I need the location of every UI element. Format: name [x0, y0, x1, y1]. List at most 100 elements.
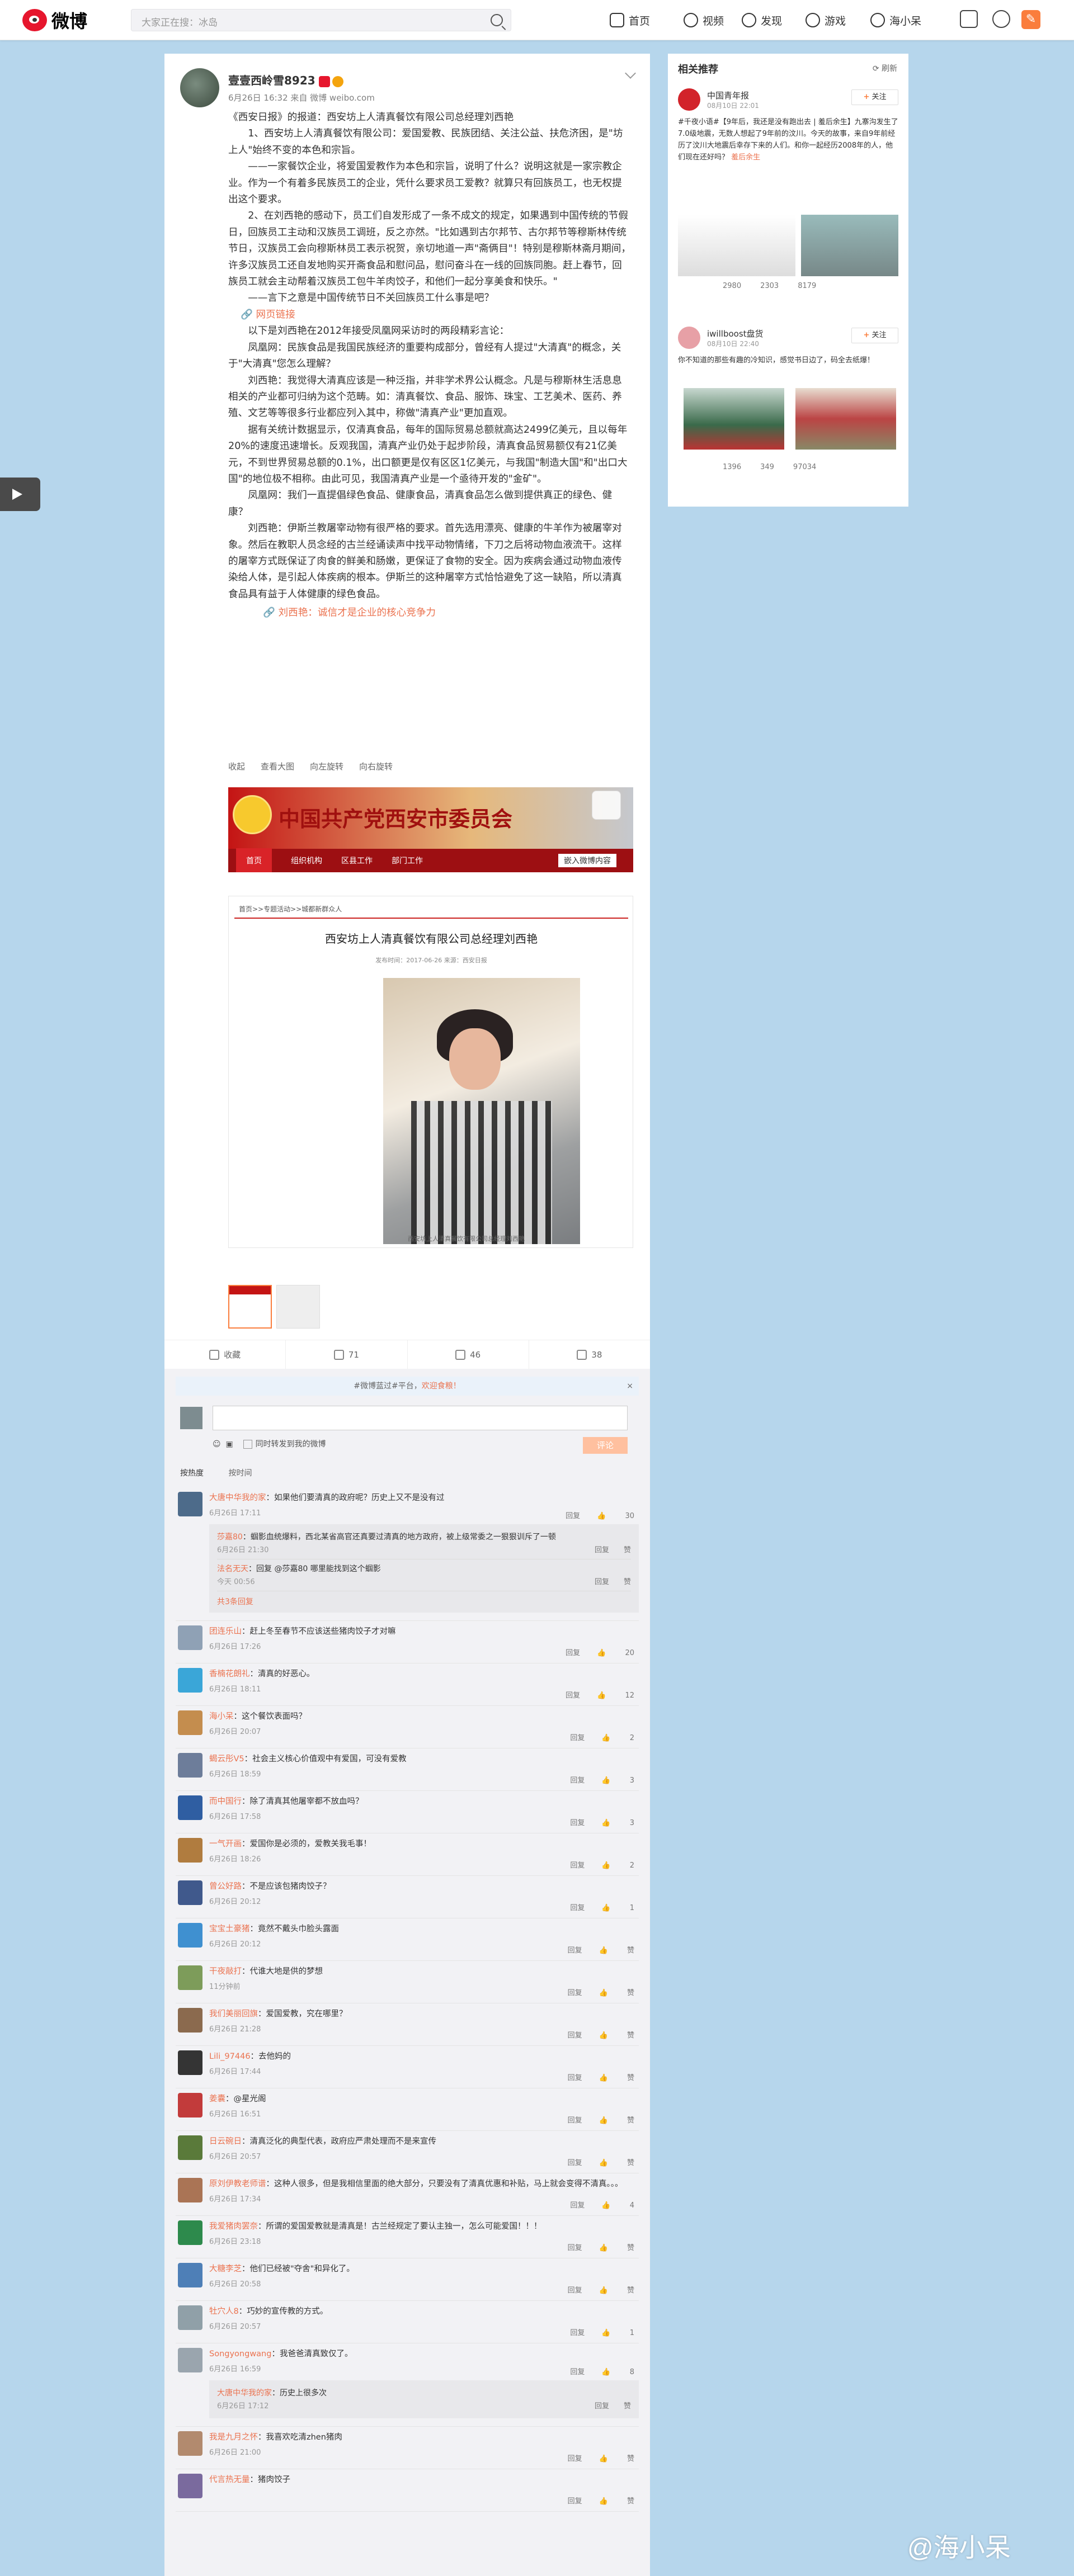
commenter-name[interactable]: 曾公好路 — [209, 1882, 242, 1891]
weibo-logo[interactable]: 微博 — [22, 7, 87, 34]
reply-button[interactable]: 回复 — [570, 1861, 585, 1870]
card-image[interactable] — [795, 388, 896, 450]
settings-gear-icon[interactable] — [992, 10, 1010, 28]
comment-like-button[interactable]: 👍 2 — [601, 1734, 634, 1742]
reply-author[interactable]: 法名无天 — [217, 1564, 248, 1573]
reply-button[interactable]: 回复 — [570, 2329, 585, 2337]
comment-like-button[interactable]: 👍 8 — [601, 2368, 634, 2376]
commenter-name[interactable]: 原刘伊教老师谱 — [209, 2180, 266, 2189]
commenter-avatar[interactable] — [178, 2474, 202, 2498]
card-author[interactable]: 中国青年报 — [707, 89, 749, 101]
reply-button[interactable]: 回复 — [595, 1546, 609, 1554]
comment-like-button[interactable]: 👍 12 — [597, 1691, 634, 1700]
commenter-avatar[interactable] — [178, 1492, 202, 1516]
card-author[interactable]: iwillboost盘货 — [707, 328, 764, 339]
web-link[interactable]: 🔗 网页链接 — [241, 309, 295, 320]
commenter-name[interactable]: 代言热无量 — [209, 2475, 250, 2484]
commenter-avatar[interactable] — [178, 2263, 202, 2287]
commenter-avatar[interactable] — [178, 2135, 202, 2160]
reply-button[interactable]: 回复 — [566, 1691, 580, 1700]
message-icon[interactable] — [960, 10, 978, 28]
commenter-name[interactable]: 大唐中华我的家 — [209, 1493, 266, 1502]
commenter-name[interactable]: 我是九月之怀 — [209, 2433, 258, 2442]
commenter-name[interactable]: 宝宝土豪猪 — [209, 1925, 250, 1934]
card-comment-count[interactable]: 2303 — [760, 282, 779, 290]
commenter-avatar[interactable] — [178, 2431, 202, 2456]
commenter-name[interactable]: 团连乐山 — [209, 1627, 242, 1636]
commenter-avatar[interactable] — [178, 1668, 202, 1693]
reply-button[interactable]: 回复 — [595, 1578, 609, 1586]
card-repost-count[interactable]: 2980 — [723, 282, 741, 290]
comment-like-button[interactable]: 👍 赞 — [599, 2497, 634, 2506]
comment-like-button[interactable]: 👍 赞 — [599, 2455, 634, 2463]
reply-author[interactable]: 大唐中华我的家 — [217, 2389, 272, 2398]
commenter-name[interactable]: 海小呆 — [209, 1712, 234, 1721]
commenter-avatar[interactable] — [178, 1965, 202, 1990]
reply-button[interactable]: 回复 — [568, 2074, 582, 2082]
card-avatar[interactable] — [678, 88, 700, 111]
repost-button[interactable]: 71 — [286, 1340, 408, 1369]
commenter-name[interactable]: 蝎云彤V5 — [209, 1755, 244, 1764]
post-image-article[interactable]: 首页>>专题活动>>城都新群众人 西安坊上人清真餐饮有限公司总经理刘西艳 发布时… — [228, 896, 633, 1248]
reply-button[interactable]: 回复 — [568, 2497, 582, 2506]
emoji-icon[interactable]: ☺ — [213, 1440, 221, 1449]
comment-like-button[interactable]: 👍 3 — [601, 1819, 634, 1827]
author-avatar[interactable] — [180, 68, 219, 107]
card-repost-count[interactable]: 1396 — [723, 463, 741, 471]
forward-checkbox[interactable] — [243, 1440, 252, 1449]
comment-like-button[interactable]: 👍 20 — [597, 1649, 634, 1657]
card-link[interactable]: 羞后余生 — [731, 153, 760, 162]
image-icon[interactable]: ▣ — [226, 1440, 233, 1449]
reply-button[interactable]: 回复 — [568, 2159, 582, 2167]
comment-input[interactable] — [213, 1406, 628, 1430]
reply-button[interactable]: 回复 — [568, 2244, 582, 2252]
commenter-name[interactable]: 我们美丽回旗 — [209, 2010, 258, 2019]
more-replies-link[interactable]: 共3条回复 — [217, 1591, 631, 1609]
view-large-button[interactable]: 查看大图 — [261, 760, 294, 772]
nav-discover[interactable]: 发现 — [742, 0, 782, 40]
commenter-avatar[interactable] — [178, 1795, 202, 1820]
rotate-left-button[interactable]: 向左旋转 — [310, 760, 343, 772]
comment-button[interactable]: 46 — [408, 1340, 529, 1369]
commenter-name[interactable]: Songyongwang — [209, 2350, 271, 2358]
reply-button[interactable]: 回复 — [568, 1946, 582, 1955]
reply-button[interactable]: 回复 — [566, 1512, 580, 1520]
reply-button[interactable]: 回复 — [568, 1989, 582, 1997]
commenter-name[interactable]: 我爱猪肉罢奈 — [209, 2222, 258, 2231]
card-image[interactable] — [684, 388, 784, 450]
refresh-button[interactable]: ⟳ 刷新 — [873, 63, 897, 74]
comment-like-button[interactable]: 👍 赞 — [599, 2286, 634, 2295]
reply-button[interactable]: 回复 — [568, 2116, 582, 2125]
commenter-avatar[interactable] — [178, 1753, 202, 1778]
comment-like-button[interactable]: 👍 赞 — [599, 1989, 634, 1997]
card-comment-count[interactable]: 349 — [760, 463, 774, 471]
reply-button[interactable]: 回复 — [570, 1819, 585, 1827]
commenter-avatar[interactable] — [178, 2348, 202, 2372]
reply-button[interactable]: 回复 — [570, 2201, 585, 2210]
close-icon[interactable]: × — [626, 1377, 633, 1396]
search-icon[interactable] — [491, 14, 503, 26]
reply-button[interactable]: 回复 — [570, 2368, 585, 2376]
comment-like-button[interactable]: 👍 2 — [601, 1861, 634, 1870]
reply-like-button[interactable]: 赞 — [624, 2402, 631, 2410]
comment-like-button[interactable]: 👍 1 — [601, 2329, 634, 2337]
commenter-name[interactable]: Lili_97446 — [209, 2052, 251, 2061]
rotate-right-button[interactable]: 向右旋转 — [359, 760, 393, 772]
recommend-card[interactable]: iwillboost盘货 08月10日 22:40 + 关注 你不知道的那些有趣… — [678, 327, 898, 500]
commenter-name[interactable]: 香楠花朗礼 — [209, 1670, 250, 1679]
thumbnail[interactable] — [276, 1285, 320, 1329]
commenter-name[interactable]: 大糖李芝 — [209, 2265, 242, 2274]
favorite-button[interactable]: 收藏 — [164, 1340, 286, 1369]
recommend-card[interactable]: 中国青年报 08月10日 22:01 + 关注 #千夜小语#【9年后，我还是没有… — [678, 88, 898, 323]
sort-time-tab[interactable]: 按时间 — [228, 1469, 252, 1478]
reply-button[interactable]: 回复 — [570, 1734, 585, 1742]
comment-like-button[interactable]: 👍 3 — [601, 1776, 634, 1785]
reply-like-button[interactable]: 赞 — [624, 1546, 631, 1554]
compose-icon[interactable]: ✎ — [1021, 10, 1040, 29]
comment-like-button[interactable]: 👍 1 — [601, 1904, 634, 1912]
commenter-name[interactable]: 一气开画 — [209, 1840, 242, 1849]
follow-button[interactable]: + 关注 — [851, 328, 898, 343]
follow-button[interactable]: + 关注 — [851, 89, 898, 105]
thumbnail[interactable] — [228, 1285, 272, 1329]
card-image[interactable] — [678, 215, 795, 276]
